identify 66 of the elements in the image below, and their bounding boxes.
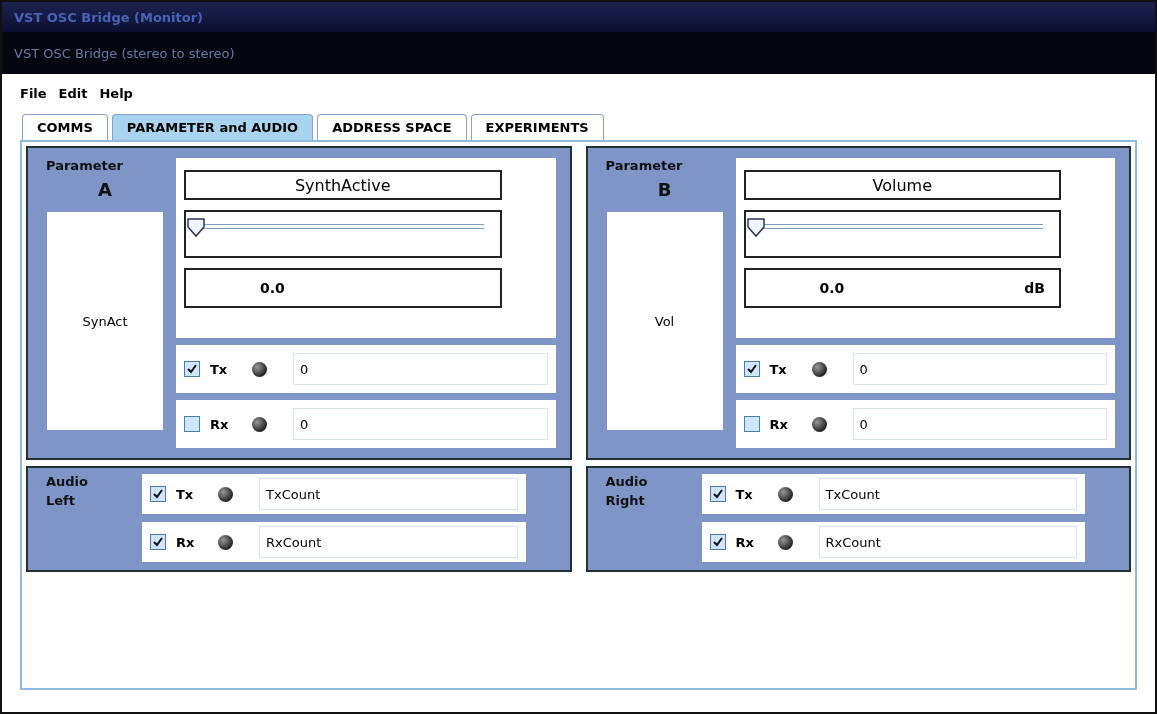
slider-thumb[interactable]	[746, 218, 765, 238]
check-icon	[153, 489, 163, 499]
checkbox-label: Rx	[210, 416, 230, 432]
parameter-value: 0.0	[259, 280, 286, 296]
check-icon	[187, 364, 197, 374]
panel-heading: Parameter	[46, 158, 123, 173]
check-icon	[712, 489, 723, 499]
indicator-light-icon	[252, 361, 267, 377]
count-field[interactable]: TxCount	[818, 478, 1077, 510]
checkbox[interactable]	[150, 486, 166, 502]
checkbox[interactable]	[709, 486, 726, 502]
indicator-light-icon	[252, 416, 267, 432]
count-field[interactable]: 0	[852, 353, 1107, 385]
checkbox-label: Tx	[210, 361, 229, 377]
checkbox-label: Rx	[176, 534, 196, 550]
parameter-letter: B	[657, 179, 672, 200]
parameter-value: 0.0	[818, 280, 846, 296]
count-field[interactable]: TxCount	[259, 478, 518, 510]
count-field[interactable]: RxCount	[259, 526, 518, 558]
checkbox[interactable]	[709, 534, 726, 550]
checkbox[interactable]	[184, 416, 200, 432]
parameter-short-name: SynAct	[47, 212, 163, 430]
check-icon	[153, 537, 163, 547]
checkbox-label: Rx	[769, 416, 789, 432]
slider-thumb[interactable]	[187, 218, 205, 238]
check-icon	[712, 537, 723, 547]
indicator-light-icon	[811, 361, 827, 377]
count-field[interactable]: 0	[852, 408, 1107, 440]
indicator-light-icon	[777, 486, 793, 502]
parameter-name: Volume	[743, 170, 1061, 200]
tab[interactable]: EXPERIMENTS	[470, 114, 604, 140]
unit-label: dB	[1024, 280, 1045, 296]
parameter-letter: A	[98, 179, 112, 200]
menu-item[interactable]: Help	[99, 85, 133, 101]
menu-item[interactable]: File	[20, 85, 47, 101]
checkbox-label: Tx	[735, 486, 754, 502]
menu-item[interactable]: Edit	[58, 85, 88, 101]
checkbox-label: Tx	[769, 361, 788, 377]
count-field[interactable]: RxCount	[818, 526, 1077, 558]
count-field[interactable]: 0	[293, 353, 548, 385]
tab[interactable]: COMMS	[22, 114, 108, 140]
window-title: VST OSC Bridge (Monitor)	[14, 9, 204, 25]
checkbox[interactable]	[743, 361, 760, 377]
indicator-light-icon	[777, 534, 793, 550]
count-field[interactable]: 0	[293, 408, 548, 440]
checkbox-label: Tx	[176, 486, 195, 502]
indicator-light-icon	[218, 486, 233, 502]
slider[interactable]	[743, 210, 1061, 258]
checkbox[interactable]	[743, 416, 760, 432]
parameter-name: SynthActive	[184, 170, 502, 200]
tab[interactable]: ADDRESS SPACE	[317, 114, 467, 140]
audio-side-label: Left	[46, 493, 75, 508]
checkbox-label: Rx	[735, 534, 755, 550]
checkbox[interactable]	[150, 534, 166, 550]
indicator-light-icon	[218, 534, 233, 550]
checkbox[interactable]	[184, 361, 200, 377]
slider[interactable]	[184, 210, 502, 258]
panel-heading: Audio	[605, 474, 648, 489]
window-subtitle: VST OSC Bridge (stereo to stereo)	[14, 45, 235, 61]
panel-heading: Audio	[46, 474, 88, 489]
indicator-light-icon	[811, 416, 827, 432]
panel-heading: Parameter	[605, 158, 683, 173]
tab[interactable]: PARAMETER and AUDIO	[111, 114, 314, 140]
check-icon	[746, 364, 757, 374]
audio-side-label: Right	[605, 493, 645, 508]
parameter-short-name: Vol	[606, 212, 723, 430]
